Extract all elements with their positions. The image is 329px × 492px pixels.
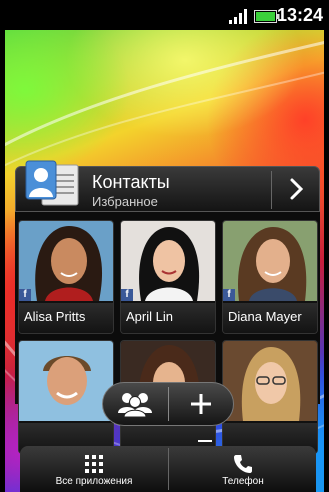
header-divider (271, 171, 272, 209)
facebook-icon: f (19, 289, 31, 301)
clock: 13:24 (276, 5, 323, 25)
contact-card-icon (25, 160, 79, 206)
favorites-grid: f Alisa Pritts f April Lin f Diana Mayer (15, 212, 320, 454)
phone-label: Телефон (222, 476, 264, 487)
favorite-tile-april[interactable]: f April Lin (120, 220, 216, 334)
phone-button[interactable]: Телефон (169, 446, 317, 492)
contact-photo (19, 341, 113, 421)
people-icon[interactable] (103, 383, 168, 425)
all-apps-button[interactable]: Все приложения (20, 446, 168, 492)
facebook-icon: f (121, 289, 133, 301)
page-indicator (198, 440, 212, 442)
favorite-tile-4[interactable] (18, 340, 114, 454)
home-screen: 13:24 Контакты Избранное f Alisa Pritts … (0, 0, 329, 492)
contact-photo (121, 221, 215, 301)
favorite-tile-6[interactable] (222, 340, 318, 454)
widget-title: Контакты (92, 172, 170, 192)
favorite-tile-diana[interactable]: f Diana Mayer (222, 220, 318, 334)
contact-photo (19, 221, 113, 301)
plus-icon[interactable] (169, 383, 234, 425)
status-bar: 13:24 (0, 0, 329, 30)
signal-icon (229, 9, 247, 24)
contact-name: April Lin (121, 303, 215, 333)
contact-name: Alisa Pritts (19, 303, 113, 333)
favorite-tile-alisa[interactable]: f Alisa Pritts (18, 220, 114, 334)
contact-photo (223, 341, 317, 421)
widget-subtitle: Избранное (92, 194, 158, 209)
contacts-actions (102, 382, 234, 426)
all-apps-label: Все приложения (55, 476, 133, 487)
contact-name: Diana Mayer (223, 303, 317, 333)
chevron-right-icon[interactable] (273, 167, 319, 211)
contact-photo (223, 221, 317, 301)
phone-icon (234, 455, 252, 473)
contacts-widget-header[interactable]: Контакты Избранное (15, 160, 320, 212)
launcher-dock: Все приложения Телефон (20, 446, 316, 492)
facebook-icon: f (223, 289, 235, 301)
grid-icon (85, 455, 103, 473)
